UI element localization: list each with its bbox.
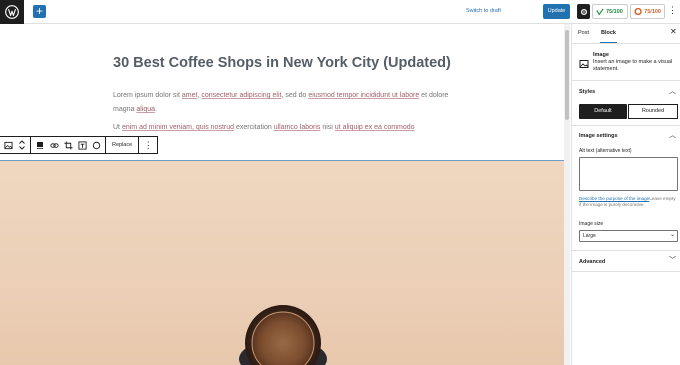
- image-icon[interactable]: [1, 137, 15, 153]
- spellcheck-word: consectetur adipiscing elit: [201, 92, 282, 99]
- spellcheck-word: eiusmod tempor incididunt ut labore: [308, 92, 420, 99]
- more-menu-icon[interactable]: ⋮: [668, 6, 677, 15]
- post-title[interactable]: 30 Best Coffee Shops in New York City (U…: [113, 55, 451, 71]
- paragraph-block[interactable]: Ut enim ad minim veniam, quis nostrud ex…: [113, 121, 453, 135]
- image-settings-panel-heading[interactable]: Image settings: [579, 133, 618, 139]
- block-toolbar: Replace ⋮: [0, 136, 158, 154]
- divider: [572, 80, 680, 81]
- alt-text-label: Alt text (alternative text): [579, 148, 632, 154]
- more-options-icon[interactable]: ⋮: [141, 137, 155, 153]
- tab-post[interactable]: Post: [578, 24, 589, 43]
- spellcheck-word: amet: [181, 92, 198, 99]
- close-icon[interactable]: ✕: [670, 28, 677, 36]
- divider: [572, 271, 680, 272]
- settings-gear-icon[interactable]: [577, 4, 590, 19]
- image-size-select[interactable]: Large: [579, 230, 678, 242]
- replace-button[interactable]: Replace: [106, 137, 138, 153]
- style-default-button[interactable]: Default: [579, 104, 627, 119]
- divider: [572, 43, 680, 44]
- readability-ring-icon: [634, 7, 642, 16]
- image-block[interactable]: [0, 160, 570, 365]
- coffee-cup-photo: [239, 305, 327, 365]
- move-arrows-icon[interactable]: [15, 137, 29, 153]
- yoast-seo-icon: [596, 7, 604, 15]
- image-size-label: Image size: [579, 221, 604, 227]
- chevron-down-icon: ⌄: [670, 232, 676, 238]
- wordpress-logo-icon[interactable]: [0, 0, 24, 24]
- alt-text-help-link[interactable]: Describe the purpose of the image: [579, 196, 649, 201]
- spellcheck-word: ullamco laboris: [273, 124, 321, 131]
- switch-to-draft-link[interactable]: Switch to draft: [466, 8, 501, 14]
- block-card-description: Insert an image to make a visual stateme…: [593, 59, 673, 72]
- advanced-panel-heading[interactable]: Advanced: [579, 259, 605, 265]
- update-button[interactable]: Update: [543, 4, 570, 19]
- divider: [572, 250, 680, 251]
- chevron-down-icon[interactable]: ﹀: [669, 257, 676, 264]
- readability-score-badge[interactable]: 75/100: [630, 4, 665, 19]
- image-block-icon: [579, 56, 589, 74]
- crop-icon[interactable]: [61, 137, 75, 153]
- readability-score-value: 75/100: [644, 8, 661, 15]
- seo-score-value: 75/100: [606, 8, 623, 15]
- chevron-up-icon[interactable]: ︿: [669, 132, 676, 139]
- spellcheck-word: ut aliquip ex ea commodo: [334, 124, 415, 131]
- link-icon[interactable]: [47, 137, 61, 153]
- text: nisi: [320, 124, 335, 131]
- text-overlay-icon[interactable]: [75, 137, 89, 153]
- text: Ut: [113, 124, 122, 131]
- tab-block[interactable]: Block: [600, 24, 617, 43]
- settings-sidebar: [571, 24, 680, 365]
- style-rounded-button[interactable]: Rounded: [628, 104, 678, 119]
- alt-text-textarea[interactable]: [579, 157, 678, 191]
- alt-text-help: Describe the purpose of the imageLeave e…: [579, 196, 679, 208]
- text: , sed do: [281, 92, 309, 99]
- scrollbar-thumb[interactable]: [565, 30, 569, 120]
- chevron-up-icon[interactable]: ︿: [669, 88, 676, 95]
- paragraph-block[interactable]: Lorem ipsum dolor sit amet, consectetur …: [113, 89, 453, 117]
- divider: [572, 125, 680, 126]
- styles-panel-heading[interactable]: Styles: [579, 89, 595, 95]
- add-block-button[interactable]: +: [33, 5, 46, 18]
- text: .: [155, 106, 157, 113]
- spellcheck-word: aliqua: [136, 106, 156, 113]
- spellcheck-word: enim ad minim veniam, quis nostrud: [121, 124, 235, 131]
- align-icon[interactable]: [33, 137, 47, 153]
- circle-icon[interactable]: [89, 137, 103, 153]
- block-card-title: Image: [593, 52, 609, 58]
- text: Lorem ipsum dolor sit: [113, 92, 182, 99]
- text: exercitation: [234, 124, 274, 131]
- seo-score-badge[interactable]: 75/100: [592, 4, 628, 19]
